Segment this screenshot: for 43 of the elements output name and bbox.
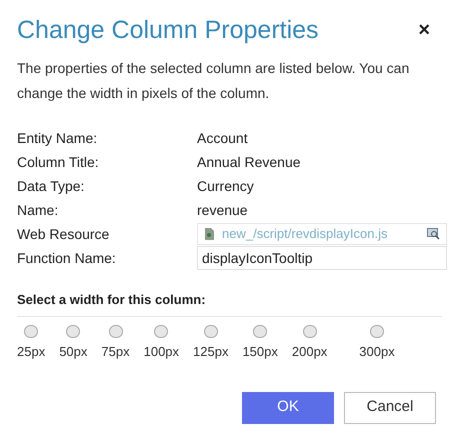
property-label: Data Type: xyxy=(17,176,86,196)
radio-button[interactable] xyxy=(24,325,38,338)
property-value: Currency xyxy=(197,177,254,196)
width-option[interactable]: 300px xyxy=(359,325,395,362)
width-label: 75px xyxy=(101,343,130,361)
width-option[interactable]: 150px xyxy=(242,325,278,362)
width-label: 125px xyxy=(193,343,228,361)
property-label: Column Title: xyxy=(17,152,100,172)
radio-button[interactable] xyxy=(204,325,218,338)
radio-button[interactable] xyxy=(66,325,80,338)
cancel-button[interactable]: Cancel xyxy=(344,392,436,424)
radio-button[interactable] xyxy=(154,325,168,338)
dialog-title: Change Column Properties xyxy=(17,15,319,46)
radio-button[interactable] xyxy=(370,325,384,338)
close-button[interactable]: × xyxy=(418,20,430,40)
property-label: Name: xyxy=(17,200,60,220)
width-option[interactable]: 25px xyxy=(17,325,46,362)
width-label: 200px xyxy=(292,343,328,361)
radio-button[interactable] xyxy=(253,325,268,338)
ok-button[interactable]: OK xyxy=(242,392,334,424)
description: The properties of the selected column are listed below. You can change the width in pixels of the column. xyxy=(17,59,410,103)
width-option[interactable]: 200px xyxy=(292,325,328,362)
radio-button[interactable] xyxy=(302,325,317,338)
width-option[interactable]: 50px xyxy=(59,325,88,362)
width-option[interactable]: 125px xyxy=(193,325,228,362)
property-value: Account xyxy=(197,129,248,148)
width-label: 150px xyxy=(242,343,278,361)
width-label: 25px xyxy=(17,343,46,361)
search-icon[interactable] xyxy=(427,228,440,240)
width-option[interactable]: 100px xyxy=(144,325,180,362)
property-value: Annual Revenue xyxy=(197,153,301,172)
property-label: Entity Name: xyxy=(17,128,98,148)
property-value: revenue xyxy=(197,201,248,220)
radio-button[interactable] xyxy=(108,325,122,338)
width-label: 300px xyxy=(359,343,395,361)
width-label: 50px xyxy=(59,343,88,361)
property-label: Function Name: xyxy=(17,248,117,268)
width-label: 100px xyxy=(144,343,180,361)
property-label: Web Resource xyxy=(17,224,110,244)
file-icon xyxy=(204,228,214,240)
section-heading: Select a width for this column: xyxy=(17,292,206,307)
width-option[interactable]: 75px xyxy=(101,325,130,362)
input-field[interactable]: displayIconTooltip xyxy=(197,246,447,270)
